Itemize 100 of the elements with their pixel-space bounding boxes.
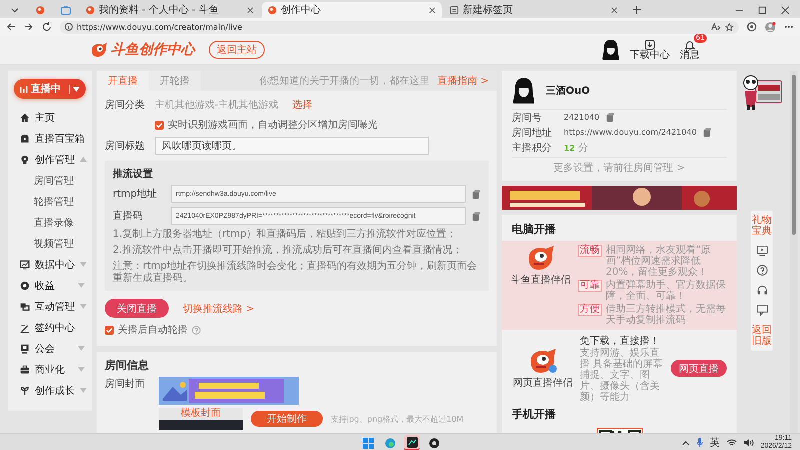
feature-text: 内置弹幕助手、官方数据保障，全面、可靠！	[606, 280, 727, 302]
recorder-app-icon[interactable]	[428, 438, 440, 448]
score-value: 12 分	[564, 142, 588, 154]
address-bar[interactable]: https://www.douyu.com/creator/main/live	[60, 20, 739, 34]
check-icon	[156, 122, 163, 128]
checkbox[interactable]	[155, 120, 164, 130]
field-value: 2421040	[564, 113, 600, 122]
sidebar-item[interactable]: 创作管理	[8, 149, 92, 170]
field-value: https://www.douyu.com/2421040	[564, 128, 697, 137]
sidebar-item[interactable]: 签约中心	[8, 317, 92, 338]
badge-icon	[20, 344, 30, 354]
title-input[interactable]: 风吹哪页读哪页。	[155, 137, 429, 155]
profile-icon[interactable]	[765, 22, 776, 32]
start-making-button[interactable]: 开始制作	[251, 411, 323, 427]
sidebar-subitem[interactable]: 直播录像	[8, 212, 92, 233]
checkbox-label: 关播后自动轮播	[118, 324, 188, 337]
bell-icon	[685, 40, 695, 50]
site-info-icon[interactable]	[65, 23, 73, 31]
close-icon[interactable]	[247, 6, 254, 14]
event-banner[interactable]	[502, 186, 737, 210]
checkbox[interactable]	[105, 326, 114, 334]
copy-icon[interactable]	[702, 128, 712, 137]
download-icon	[645, 40, 655, 50]
section-title: 电脑开播	[512, 222, 557, 237]
maximize-icon[interactable]	[758, 6, 767, 14]
sidebar-subitem[interactable]: 轮播管理	[8, 191, 92, 212]
forward-icon[interactable]	[24, 22, 34, 32]
sprout-icon	[20, 386, 30, 396]
close-icon[interactable]	[429, 6, 436, 14]
windows-start-icon[interactable]	[362, 438, 374, 448]
format-note: 支持jpg、png格式，最大不超过10M	[331, 414, 464, 424]
home-icon	[20, 112, 30, 122]
sidebar-subitem[interactable]: 房间管理	[8, 170, 92, 191]
template-label: 模板封面	[159, 408, 243, 420]
messages-link[interactable]: 消息	[680, 40, 700, 60]
mascot-app-icon	[528, 348, 558, 374]
close-icon[interactable]	[611, 6, 618, 14]
browser-tab[interactable]: 新建标签页	[444, 2, 624, 18]
avatar-silhouette-icon[interactable]	[602, 39, 620, 61]
live-status-button[interactable]: 直播中	[14, 79, 86, 99]
web-live-title: 免下载，直接播！	[580, 334, 661, 348]
sidebar-item[interactable]: 商业化	[8, 359, 92, 380]
sidebar-item[interactable]: 收益	[8, 275, 92, 296]
download-center-link[interactable]: 下载中心	[630, 40, 670, 60]
sidebar-item[interactable]: 公会	[8, 338, 92, 359]
feedback-icon[interactable]	[756, 305, 768, 316]
read-aloud-icon[interactable]	[711, 23, 721, 31]
chevron-up-icon[interactable]	[682, 440, 690, 446]
username: 三酒OuO	[546, 84, 590, 98]
field-label: rtmp地址	[113, 188, 158, 201]
help-icon[interactable]	[756, 265, 768, 276]
app-name: 网页直播伴侣	[513, 376, 573, 390]
input-method-indicator[interactable]: 英	[710, 436, 720, 450]
hint-text: 你想知道的关于开播的一切，都在这里	[259, 74, 430, 88]
browser-tab[interactable]: 我的资料 - 个人中心 - 斗鱼	[80, 2, 260, 18]
caret-down-icon	[73, 86, 80, 92]
back-icon[interactable]	[6, 22, 16, 32]
logo-text: 斗鱼创作中心	[111, 41, 195, 59]
sidebar-item[interactable]: 主页	[8, 107, 92, 128]
mascot-app-icon	[526, 245, 556, 271]
bars-icon	[20, 85, 28, 93]
scrollbar[interactable]	[792, 75, 796, 235]
web-live-button[interactable]: 网页直播	[671, 360, 727, 377]
web-live-text: 支持网游、娱乐直播 具备基础的屏幕捕捉、文字、图片、摄像头（含美颜）等能力	[580, 348, 664, 403]
feature-tag: 流畅	[578, 245, 602, 257]
sidebar-subitem[interactable]: 视频管理	[8, 233, 92, 254]
app-name: 斗鱼直播伴侣	[511, 274, 571, 287]
field-label: 房间标题	[105, 140, 146, 153]
star-icon[interactable]	[725, 22, 734, 32]
section-title: 手机开播	[512, 407, 557, 422]
headset-icon[interactable]	[756, 285, 768, 296]
field-label: 房间号	[512, 112, 543, 124]
sidebar-item[interactable]: 创作成长	[8, 380, 92, 401]
field-label: 直播码	[113, 210, 144, 223]
field-label: 房间分类	[105, 98, 146, 112]
avatar-silhouette-icon	[512, 77, 536, 105]
copy-icon[interactable]	[472, 190, 481, 198]
sidebar-item[interactable]: 直播百宝箱	[8, 128, 92, 149]
check-icon	[106, 326, 113, 334]
chat-icon	[20, 302, 30, 312]
note-text: 2.推流软件中点击开播即可开始推流，推流成功后可在直播间内查看直播情况；	[113, 245, 464, 257]
section-title: 房间信息	[105, 358, 150, 373]
coin-icon	[20, 280, 30, 290]
field-label: 主播积分	[512, 142, 553, 154]
copy-icon[interactable]	[606, 113, 615, 122]
chart-icon	[20, 260, 30, 270]
copy-icon[interactable]	[472, 212, 481, 220]
feature-tag: 可靠	[578, 280, 602, 292]
stop-live-button[interactable]: 关闭直播	[105, 299, 169, 318]
play-screen-icon[interactable]	[756, 246, 768, 256]
streaming-app-icon[interactable]	[406, 436, 418, 448]
wifi-icon[interactable]	[726, 438, 737, 446]
browser-tab[interactable]: 创作中心	[262, 2, 442, 18]
plus-icon[interactable]	[632, 5, 642, 15]
microphone-icon[interactable]	[696, 438, 703, 447]
sidebar-item[interactable]: 互动管理	[8, 296, 92, 317]
speaker-icon[interactable]	[744, 438, 754, 446]
sidebar-item[interactable]: 数据中心	[8, 254, 92, 275]
reload-icon[interactable]	[42, 22, 52, 32]
close-icon[interactable]	[781, 6, 790, 14]
